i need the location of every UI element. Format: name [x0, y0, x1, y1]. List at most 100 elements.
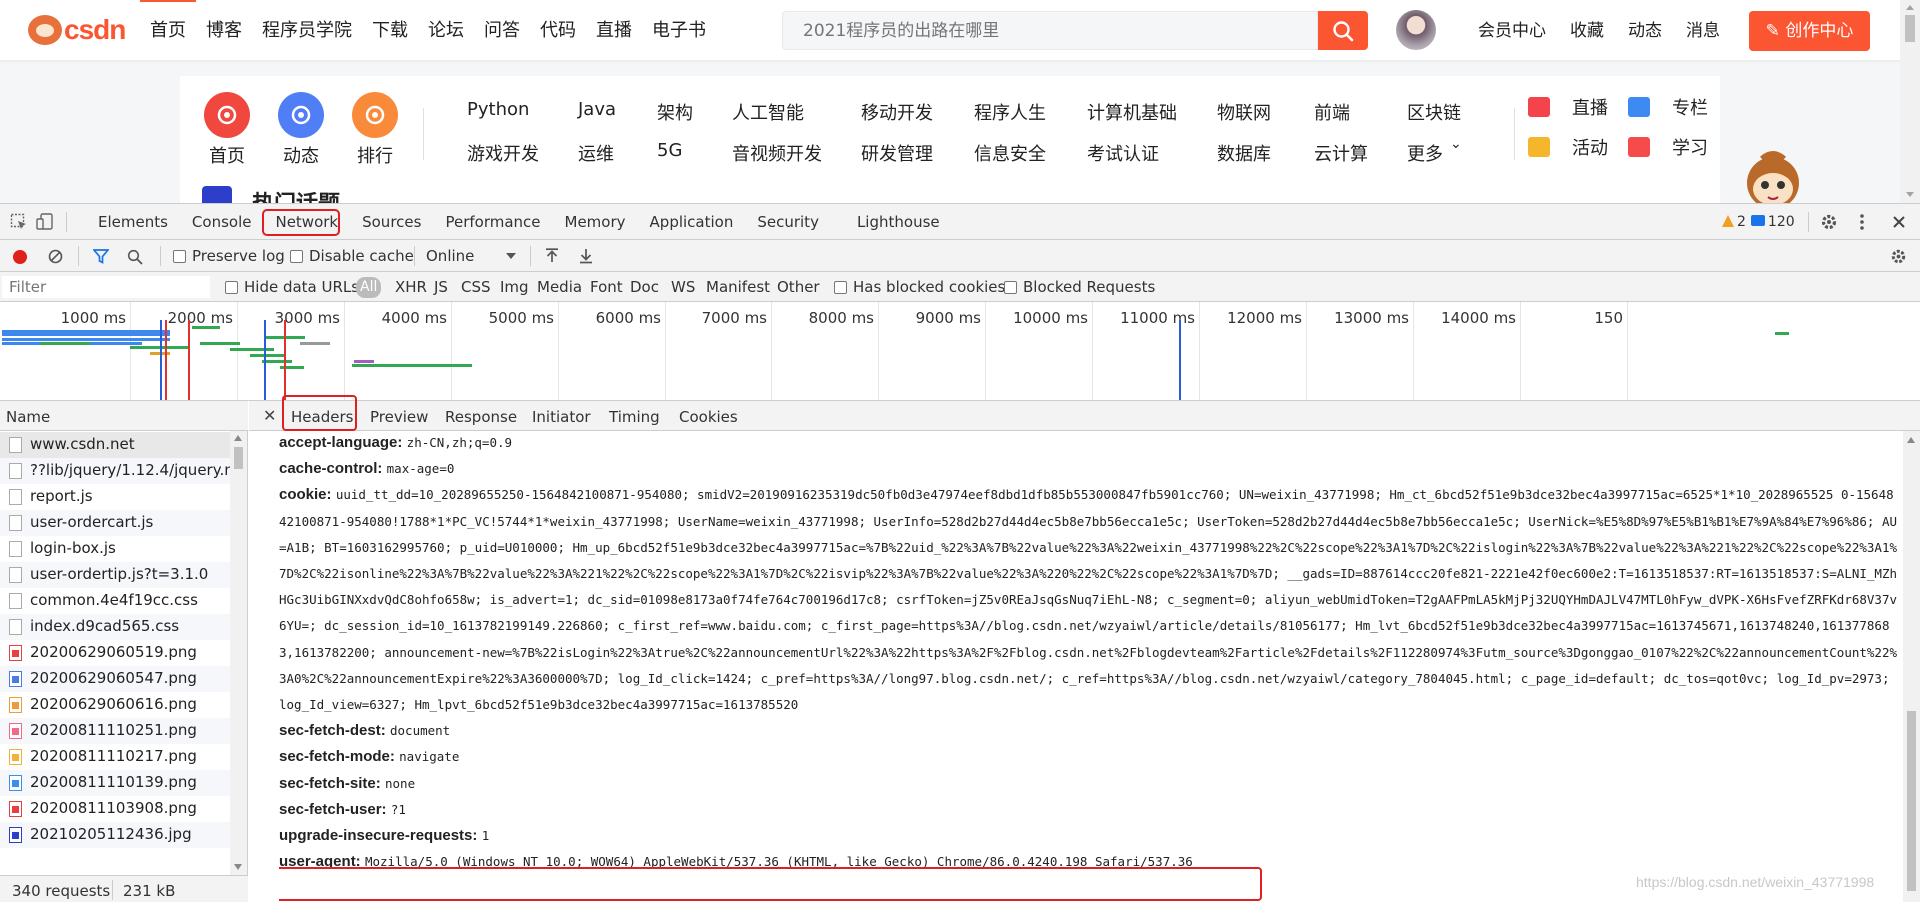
scroll-up-arrow-icon[interactable] — [1906, 5, 1914, 10]
user-nav-link[interactable]: 消息 — [1674, 0, 1732, 60]
quick-link-label[interactable]: 排行 — [340, 142, 410, 168]
throttling-select[interactable]: Online — [426, 247, 516, 265]
medal-icon[interactable] — [352, 92, 398, 138]
clear-icon[interactable] — [48, 249, 63, 264]
category-link[interactable]: 考试认证 — [1087, 140, 1159, 166]
checkbox[interactable] — [834, 281, 847, 294]
scroll-up-arrow-icon[interactable] — [1907, 437, 1915, 443]
tab-memory[interactable]: Memory — [553, 204, 638, 240]
tab-console[interactable]: Console — [180, 204, 264, 240]
filter-type-font[interactable]: Font — [590, 278, 623, 296]
tab-response[interactable]: Response — [445, 408, 517, 426]
nav-link[interactable]: 直播 — [586, 0, 642, 60]
disable-cache-checkbox[interactable]: Disable cache — [290, 247, 414, 265]
request-row[interactable]: www.csdn.net — [0, 432, 230, 458]
scroll-down-arrow-icon[interactable] — [234, 864, 242, 870]
category-link[interactable]: 数据库 — [1217, 140, 1271, 166]
tab-lighthouse[interactable]: Lighthouse — [845, 204, 952, 240]
search-button[interactable] — [1318, 11, 1368, 50]
request-row[interactable]: ??lib/jquery/1.12.4/jquery.min — [0, 458, 230, 484]
filter-type-manifest[interactable]: Manifest — [706, 278, 770, 296]
tab-cookies[interactable]: Cookies — [679, 408, 738, 426]
category-link[interactable]: 云计算 — [1314, 140, 1368, 166]
nav-link[interactable]: 首页 — [140, 0, 196, 60]
nav-link[interactable]: 代码 — [530, 0, 586, 60]
has-blocked-cookies-checkbox[interactable]: Has blocked cookies — [834, 278, 1005, 296]
request-row[interactable]: report.js — [0, 484, 230, 510]
request-row[interactable]: common.4e4f19cc.css — [0, 588, 230, 614]
category-link[interactable]: 运维 — [578, 140, 614, 166]
category-link[interactable]: 程序人生 — [974, 99, 1046, 125]
category-link[interactable]: 人工智能 — [732, 99, 804, 125]
filter-type-doc[interactable]: Doc — [630, 278, 659, 296]
scrollbar-thumb[interactable] — [234, 447, 243, 469]
name-column-header[interactable]: Name — [0, 401, 248, 431]
filter-type-img[interactable]: Img — [500, 278, 529, 296]
planet-icon[interactable] — [278, 92, 324, 138]
category-link[interactable]: 区块链 — [1407, 99, 1461, 125]
category-link[interactable]: 移动开发 — [861, 99, 933, 125]
category-link[interactable]: 游戏开发 — [467, 140, 539, 166]
request-row[interactable]: 20210205112436.jpg — [0, 822, 230, 848]
side-link[interactable]: 活动 — [1528, 134, 1608, 160]
checkbox[interactable] — [225, 281, 238, 294]
category-link[interactable]: 物联网 — [1217, 99, 1271, 125]
tab-security[interactable]: Security — [745, 204, 831, 240]
request-row[interactable]: 20200811110217.png — [0, 744, 230, 770]
close-devtools-icon[interactable] — [1892, 215, 1906, 229]
category-link[interactable]: 研发管理 — [861, 140, 933, 166]
filter-type-other[interactable]: Other — [777, 278, 820, 296]
quick-link-label[interactable]: 首页 — [192, 142, 262, 168]
user-avatar[interactable] — [1396, 10, 1436, 50]
request-row[interactable]: user-ordercart.js — [0, 510, 230, 536]
request-list-scrollbar[interactable] — [230, 431, 247, 875]
search-icon[interactable] — [127, 249, 143, 265]
scrollbar-thumb[interactable] — [1907, 711, 1916, 891]
user-nav-link[interactable]: 收藏 — [1558, 0, 1616, 60]
category-link[interactable]: 音视频开发 — [732, 140, 822, 166]
side-link[interactable]: 专栏 — [1628, 94, 1708, 120]
nav-link[interactable]: 博客 — [196, 0, 252, 60]
user-nav-link[interactable]: 会员中心 — [1466, 0, 1558, 60]
filter-type-js[interactable]: JS — [434, 278, 448, 296]
category-link[interactable]: 信息安全 — [974, 140, 1046, 166]
tab-sources[interactable]: Sources — [350, 204, 433, 240]
inspect-element-icon[interactable] — [10, 213, 28, 231]
import-har-icon[interactable] — [545, 248, 559, 264]
tab-preview[interactable]: Preview — [370, 408, 428, 426]
side-link[interactable]: 直播 — [1528, 94, 1608, 120]
nav-link[interactable]: 下载 — [362, 0, 418, 60]
hide-data-urls-checkbox[interactable]: Hide data URLs — [225, 278, 359, 296]
scroll-down-arrow-icon[interactable] — [1906, 192, 1914, 197]
category-link[interactable]: Java — [578, 99, 616, 120]
tab-application[interactable]: Application — [638, 204, 746, 240]
csdn-logo[interactable]: csdn — [28, 14, 126, 46]
record-icon[interactable] — [13, 250, 27, 264]
nav-link[interactable]: 电子书 — [642, 0, 716, 60]
close-detail-icon[interactable]: ✕ — [263, 406, 276, 425]
request-row[interactable]: index.d9cad565.css — [0, 614, 230, 640]
category-link[interactable]: 前端 — [1314, 99, 1350, 125]
filter-type-xhr[interactable]: XHR — [395, 278, 427, 296]
request-row[interactable]: 20200629060519.png — [0, 640, 230, 666]
settings-gear-icon[interactable] — [1820, 213, 1838, 231]
scroll-up-arrow-icon[interactable] — [234, 435, 242, 441]
request-row[interactable]: 20200629060616.png — [0, 692, 230, 718]
search-box[interactable] — [782, 11, 1318, 50]
filter-type-media[interactable]: Media — [537, 278, 582, 296]
category-link[interactable]: 更多 — [1407, 140, 1443, 166]
side-link[interactable]: 学习 — [1628, 134, 1708, 160]
page-scrollbar[interactable] — [1900, 0, 1920, 203]
request-row[interactable]: user-ordertip.js?t=3.1.0 — [0, 562, 230, 588]
blocked-requests-checkbox[interactable]: Blocked Requests — [1004, 278, 1155, 296]
category-link[interactable]: Python — [467, 99, 529, 120]
filter-type-ws[interactable]: WS — [671, 278, 695, 296]
request-row[interactable]: login-box.js — [0, 536, 230, 562]
tab-initiator[interactable]: Initiator — [532, 408, 591, 426]
checkbox[interactable] — [290, 250, 303, 263]
user-nav-link[interactable]: 动态 — [1616, 0, 1674, 60]
request-row[interactable]: 20200811103908.png — [0, 796, 230, 822]
preserve-log-checkbox[interactable]: Preserve log — [173, 247, 285, 265]
category-link[interactable]: 计算机基础 — [1087, 99, 1177, 125]
category-link[interactable]: 架构 — [657, 99, 693, 125]
